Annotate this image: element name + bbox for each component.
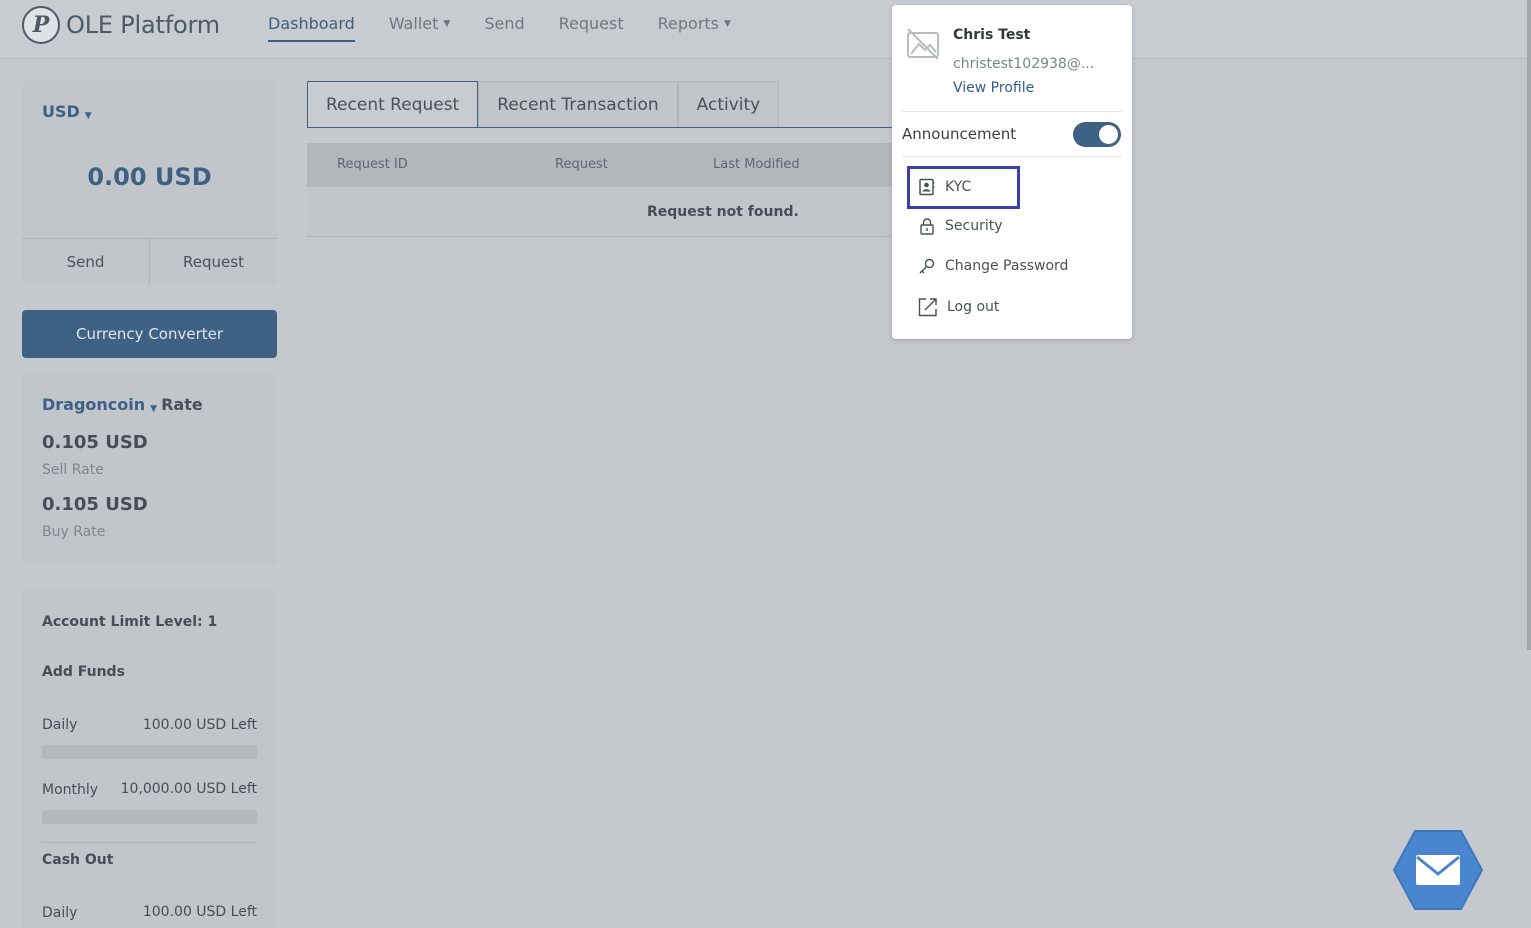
add-monthly-progress [42, 810, 257, 824]
add-daily-progress [42, 745, 257, 759]
table-header: Request ID Request Last Modified [307, 143, 892, 187]
buy-rate-value: 0.105 USD [42, 494, 148, 515]
request-button[interactable]: Request [149, 239, 277, 285]
column-header-request[interactable]: Request [555, 157, 608, 172]
cash-out-heading: Cash Out [42, 852, 114, 868]
rate-title: Dragoncoin ▼ Rate [42, 395, 203, 414]
add-monthly-label: Monthly [42, 782, 99, 798]
coin-select[interactable]: Dragoncoin [42, 395, 145, 414]
chevron-down-icon: ▼ [150, 404, 158, 414]
currency-select[interactable]: USD ▼ [42, 102, 92, 121]
chevron-down-icon: ▼ [724, 19, 731, 29]
lock-icon [920, 218, 934, 235]
avatar-placeholder-icon [907, 28, 939, 60]
page-scrollbar[interactable] [1527, 0, 1531, 650]
toggle-knob [1099, 125, 1118, 144]
add-funds-heading: Add Funds [42, 664, 125, 680]
cash-daily-value: 100.00 USD Left [142, 904, 257, 920]
top-navbar: P OLE Platform Dashboard Wallet ▼ Send R… [0, 0, 1531, 59]
menu-divider [902, 156, 1122, 157]
sell-rate-label: Sell Rate [42, 462, 104, 478]
account-limit-card: Account Limit Level: 1 Add Funds Daily 1… [22, 590, 277, 928]
nav-item-send[interactable]: Send [484, 0, 524, 46]
announcement-label: Announcement [902, 125, 1017, 143]
brand-logo-icon: P [22, 6, 60, 44]
kyc-highlight-box [907, 166, 1020, 209]
tab-activity[interactable]: Activity [677, 81, 780, 128]
tab-underline [307, 127, 892, 128]
menu-item-change-password[interactable]: Change Password [918, 254, 1068, 278]
send-button[interactable]: Send [22, 239, 149, 285]
nav-item-dashboard[interactable]: Dashboard [268, 0, 355, 46]
tab-recent-request[interactable]: Recent Request [307, 81, 479, 128]
nav-item-wallet[interactable]: Wallet ▼ [389, 0, 451, 46]
brand[interactable]: P OLE Platform [22, 5, 220, 45]
balance-actions: Send Request [22, 238, 277, 285]
menu-divider [902, 111, 1122, 112]
menu-item-log-out[interactable]: Log out [918, 295, 999, 319]
rate-card: Dragoncoin ▼ Rate 0.105 USD Sell Rate 0.10… [22, 374, 277, 565]
mail-fab-button[interactable] [1392, 829, 1484, 911]
announcement-toggle[interactable] [1073, 122, 1121, 147]
mail-icon [1416, 855, 1460, 885]
balance-card: USD ▼ 0.00 USD Send Request [22, 81, 277, 285]
currency-converter-button[interactable]: Currency Converter [22, 310, 277, 358]
main-nav: Dashboard Wallet ▼ Send Request Reports … [268, 0, 765, 46]
balance-amount: 0.00 USD [87, 163, 212, 191]
key-icon [919, 258, 935, 274]
column-header-last-modified[interactable]: Last Modified [713, 157, 800, 172]
table-empty-row: Request not found. [307, 187, 892, 237]
chevron-down-icon: ▼ [443, 19, 451, 29]
limit-divider [42, 842, 257, 843]
tab-recent-transaction[interactable]: Recent Transaction [478, 81, 678, 128]
add-monthly-value: 10,000.00 USD Left [120, 781, 257, 797]
account-limit-level: Account Limit Level: 1 [42, 614, 218, 630]
empty-message: Request not found. [647, 204, 799, 220]
add-daily-label: Daily [42, 717, 78, 733]
add-daily-value: 100.00 USD Left [142, 717, 257, 733]
user-name: Chris Test [953, 27, 1031, 43]
user-email: christest102938@... [953, 56, 1095, 72]
external-link-icon [918, 298, 937, 317]
nav-item-request[interactable]: Request [559, 0, 624, 46]
nav-item-reports[interactable]: Reports ▼ [658, 0, 731, 46]
view-profile-link[interactable]: View Profile [953, 80, 1034, 96]
sell-rate-value: 0.105 USD [42, 432, 148, 453]
menu-item-security[interactable]: Security [918, 214, 1003, 238]
cash-daily-label: Daily [42, 905, 78, 921]
column-header-request-id[interactable]: Request ID [337, 157, 408, 172]
brand-name: OLE Platform [66, 11, 220, 39]
buy-rate-label: Buy Rate [42, 524, 106, 540]
chevron-down-icon: ▼ [84, 111, 92, 121]
dashboard-tabs: Recent Request Recent Transaction Activi… [307, 81, 780, 128]
